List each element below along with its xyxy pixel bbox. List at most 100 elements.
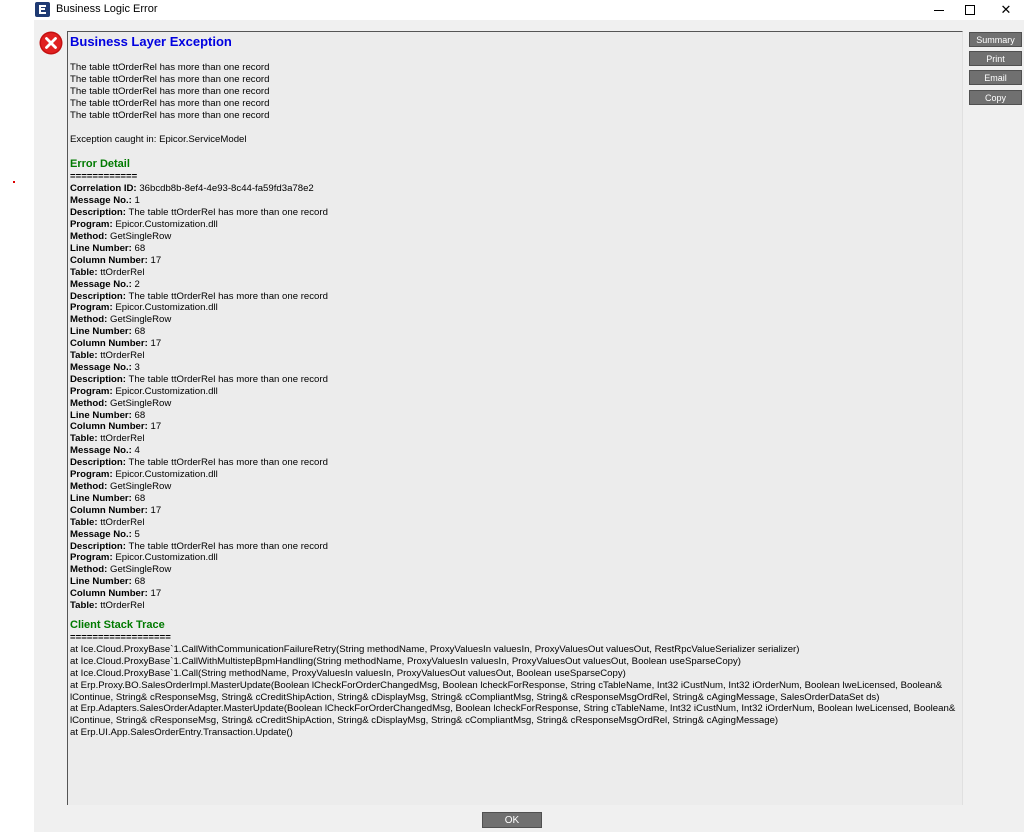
detail-row-column-number: Column Number: 17 [70, 338, 960, 350]
stray-mark [13, 181, 15, 183]
correlation-id-value: 36bcdb8b-8ef4-4e93-8c44-fa59fd3a78e2 [139, 183, 314, 195]
detail-row-description: Description: The table ttOrderRel has mo… [70, 207, 960, 219]
detail-label: Line Number: [70, 576, 132, 588]
detail-value: The table ttOrderRel has more than one r… [128, 290, 328, 302]
stack-trace-line: at Erp.UI.App.SalesOrderEntry.Transactio… [70, 727, 293, 739]
message-line: The table ttOrderRel has more than one r… [70, 85, 270, 97]
detail-row-message-no: Message No.: 2 [70, 279, 960, 291]
message-line: The table ttOrderRel has more than one r… [70, 73, 270, 85]
detail-label: Table: [70, 266, 98, 278]
detail-value: 5 [134, 528, 140, 540]
detail-row-column-number: Column Number: 17 [70, 505, 960, 517]
detail-row-column-number: Column Number: 17 [70, 421, 960, 433]
correlation-id-row: Correlation ID: 36bcdb8b-8ef4-4e93-8c44-… [70, 183, 960, 195]
detail-row-table: Table: ttOrderRel [70, 600, 960, 612]
message-line: The table ttOrderRel has more than one r… [70, 62, 270, 73]
detail-label: Table: [70, 433, 98, 445]
detail-row-method: Method: GetSingleRow [70, 398, 960, 410]
detail-label: Column Number: [70, 504, 148, 516]
detail-value: Epicor.Customization.dll [115, 552, 218, 564]
exception-title: Business Layer Exception [70, 34, 232, 49]
detail-value: The table ttOrderRel has more than one r… [128, 373, 328, 385]
detail-row-column-number: Column Number: 17 [70, 255, 960, 267]
detail-row-method: Method: GetSingleRow [70, 231, 960, 243]
detail-row-line-number: Line Number: 68 [70, 243, 960, 255]
stack-trace-heading: Client Stack Trace [70, 618, 165, 631]
detail-label: Table: [70, 516, 98, 528]
title-bar[interactable]: Business Logic Error ✕ [34, 0, 1024, 20]
detail-label: Column Number: [70, 254, 148, 266]
detail-value: 17 [150, 338, 162, 350]
detail-value: ttOrderRel [100, 350, 145, 362]
stack-trace-line: at Ice.Cloud.ProxyBase`1.CallWithCommuni… [70, 643, 800, 655]
copy-button[interactable]: Copy [969, 90, 1022, 105]
detail-value: 68 [134, 326, 146, 338]
email-button[interactable]: Email [969, 70, 1022, 85]
detail-value: 1 [134, 195, 140, 207]
detail-label: Description: [70, 457, 126, 469]
detail-label: Line Number: [70, 492, 132, 504]
message-line: The table ttOrderRel has more than one r… [70, 109, 270, 121]
detail-label: Message No.: [70, 528, 132, 540]
error-icon [39, 31, 63, 55]
error-entries: Message No.: 1 Description: The table ttO… [70, 195, 960, 612]
window-title: Business Logic Error [56, 3, 158, 15]
detail-label: Description: [70, 540, 126, 552]
detail-row-message-no: Message No.: 1 [70, 195, 960, 207]
detail-value: 17 [150, 421, 162, 433]
detail-value: ttOrderRel [100, 516, 145, 528]
detail-row-line-number: Line Number: 68 [70, 576, 960, 588]
detail-row-program: Program: Epicor.Customization.dll [70, 469, 960, 481]
detail-row-program: Program: Epicor.Customization.dll [70, 386, 960, 398]
print-button[interactable]: Print [969, 51, 1022, 66]
detail-value: 68 [134, 409, 146, 421]
detail-label: Method: [70, 481, 108, 492]
detail-row-method: Method: GetSingleRow [70, 314, 960, 326]
detail-value: 17 [150, 588, 162, 600]
detail-row-column-number: Column Number: 17 [70, 588, 960, 600]
maximize-icon[interactable] [953, 0, 987, 20]
detail-row-description: Description: The table ttOrderRel has mo… [70, 374, 960, 386]
detail-value: The table ttOrderRel has more than one r… [128, 457, 328, 469]
stack-trace-separator: ================== [70, 631, 171, 643]
detail-row-table: Table: ttOrderRel [70, 267, 960, 279]
error-details-pane[interactable]: Business Layer Exception The table ttOrd… [67, 31, 963, 805]
detail-value: 68 [134, 242, 146, 254]
detail-label: Program: [70, 469, 113, 481]
detail-label: Column Number: [70, 338, 148, 350]
detail-row-program: Program: Epicor.Customization.dll [70, 302, 960, 314]
ok-button[interactable]: OK [482, 812, 542, 828]
stack-trace-line: at Ice.Cloud.ProxyBase`1.CallWithMultist… [70, 655, 741, 667]
detail-label: Message No.: [70, 445, 132, 457]
summary-button[interactable]: Summary [969, 32, 1022, 47]
error-detail-separator: ============ [70, 171, 138, 183]
detail-label: Column Number: [70, 421, 148, 433]
close-icon[interactable]: ✕ [989, 0, 1023, 20]
detail-label: Message No.: [70, 361, 132, 373]
detail-row-message-no: Message No.: 5 [70, 529, 960, 541]
detail-label: Line Number: [70, 326, 132, 338]
detail-row-line-number: Line Number: 68 [70, 410, 960, 422]
detail-value: 4 [134, 445, 140, 457]
detail-row-table: Table: ttOrderRel [70, 517, 960, 529]
detail-label: Message No.: [70, 195, 132, 207]
detail-label: Column Number: [70, 588, 148, 600]
stack-trace-line: at Erp.Proxy.BO.SalesOrderImpl.MasterUpd… [70, 679, 943, 703]
detail-row-description: Description: The table ttOrderRel has mo… [70, 457, 960, 469]
detail-value: 68 [134, 492, 146, 504]
detail-row-message-no: Message No.: 3 [70, 362, 960, 374]
minimize-icon[interactable] [922, 0, 956, 20]
detail-label: Method: [70, 564, 108, 576]
detail-row-message-no: Message No.: 4 [70, 445, 960, 457]
detail-row-program: Program: Epicor.Customization.dll [70, 552, 960, 564]
detail-value: The table ttOrderRel has more than one r… [128, 540, 328, 552]
detail-value: 68 [134, 576, 146, 588]
detail-value: Epicor.Customization.dll [115, 302, 218, 314]
detail-value: GetSingleRow [109, 397, 172, 409]
detail-label: Program: [70, 219, 113, 231]
detail-row-line-number: Line Number: 68 [70, 326, 960, 338]
detail-label: Description: [70, 373, 126, 385]
detail-row-line-number: Line Number: 68 [70, 493, 960, 505]
message-list: The table ttOrderRel has more than one r… [70, 62, 960, 122]
detail-value: Epicor.Customization.dll [115, 385, 218, 397]
